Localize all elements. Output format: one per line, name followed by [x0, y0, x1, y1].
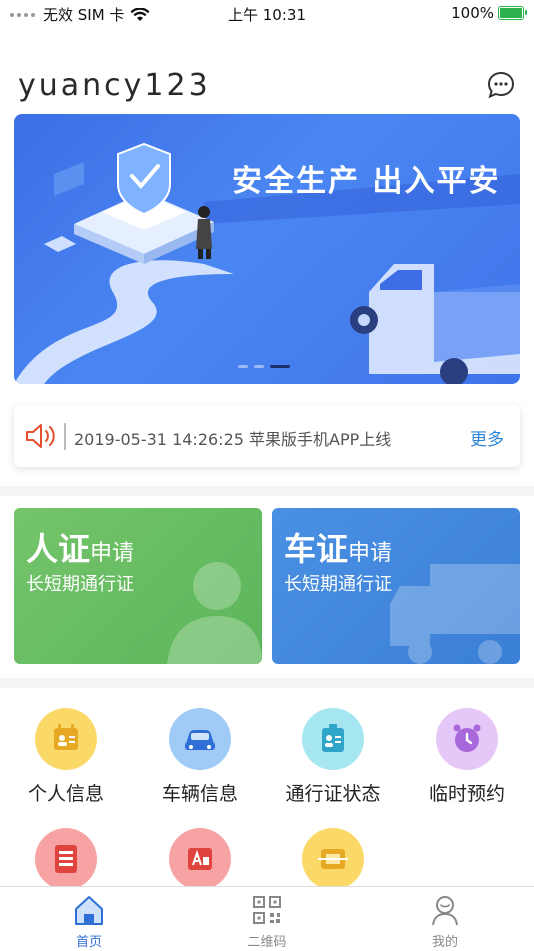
notice-text: 2019-05-31 14:26:25 苹果版手机APP上线 — [74, 430, 392, 449]
qr-code-icon — [253, 896, 281, 924]
person-permit-card[interactable]: 人证申请 长短期通行证 — [14, 508, 262, 664]
username: yuancy123 — [18, 68, 211, 103]
id-card-icon — [35, 708, 97, 770]
grid-label: 个人信息 — [27, 783, 104, 805]
more-link[interactable]: 更多 — [470, 425, 504, 450]
grid-item-personal-info[interactable]: 个人信息 — [6, 708, 126, 806]
tab-label: 我的 — [431, 935, 458, 950]
section-divider — [0, 486, 534, 496]
car-icon — [169, 708, 231, 770]
carousel-dot-active[interactable] — [270, 365, 290, 368]
tab-home[interactable]: 首页 — [49, 893, 129, 950]
speaker-icon — [26, 424, 55, 448]
status-right: 100% — [451, 4, 527, 22]
profile-icon — [432, 896, 458, 926]
section-divider — [0, 678, 534, 688]
banner-slogan: 安全生产 出入平安 — [232, 164, 501, 199]
vehicle-permit-card[interactable]: 车证申请 长短期通行证 — [272, 508, 520, 664]
battery-icon — [498, 6, 527, 20]
banner-illustration — [14, 142, 520, 384]
tab-label: 二维码 — [247, 935, 287, 950]
exam-icon — [169, 828, 231, 890]
vehicle-permit-big: 车证 — [284, 530, 349, 568]
person-permit-small: 申请 — [90, 541, 135, 566]
banner-carousel[interactable]: 安全生产 出入平安 — [14, 114, 520, 384]
document-icon — [35, 828, 97, 890]
grid-item-exam[interactable] — [140, 828, 260, 890]
carousel-dot[interactable] — [238, 365, 248, 368]
badge-icon — [302, 708, 364, 770]
scan-icon — [302, 828, 364, 890]
vehicle-permit-subtitle: 长短期通行证 — [284, 574, 392, 595]
tab-label: 首页 — [75, 935, 102, 950]
battery-percent: 100% — [451, 4, 494, 22]
notice-bar[interactable]: 2019-05-31 14:26:25 苹果版手机APP上线 更多 — [14, 405, 520, 467]
grid-label: 临时预约 — [428, 783, 505, 805]
truck-silhouette-icon — [390, 564, 520, 664]
grid-item-document[interactable] — [6, 828, 126, 890]
grid-item-temp-appointment[interactable]: 临时预约 — [407, 708, 527, 806]
message-button[interactable] — [486, 70, 516, 100]
grid-item-pass-status[interactable]: 通行证状态 — [273, 708, 393, 806]
tab-qr-code[interactable]: 二维码 — [227, 893, 307, 950]
chat-bubble-icon — [487, 71, 515, 99]
grid-label: 通行证状态 — [285, 783, 381, 805]
tab-mine[interactable]: 我的 — [405, 893, 485, 950]
status-bar: 无效 SIM 卡 上午 10:31 100% — [0, 0, 534, 26]
vehicle-permit-small: 申请 — [348, 541, 393, 566]
alarm-clock-icon — [436, 708, 498, 770]
grid-item-vehicle-info[interactable]: 车辆信息 — [140, 708, 260, 806]
grid-label: 车辆信息 — [161, 783, 238, 805]
bottom-tab-bar: 首页 二维码 我的 — [0, 886, 534, 951]
person-permit-title: 人证申请 — [26, 524, 134, 570]
person-silhouette-icon — [167, 562, 262, 664]
person-permit-subtitle: 长短期通行证 — [26, 574, 134, 595]
carousel-indicator[interactable] — [238, 365, 290, 368]
grid-item-scan[interactable] — [273, 828, 393, 890]
carousel-dot[interactable] — [254, 365, 264, 368]
notice-divider — [64, 423, 66, 450]
person-permit-big: 人证 — [26, 530, 91, 568]
home-icon — [75, 896, 103, 925]
vehicle-permit-title: 车证申请 — [284, 524, 392, 570]
